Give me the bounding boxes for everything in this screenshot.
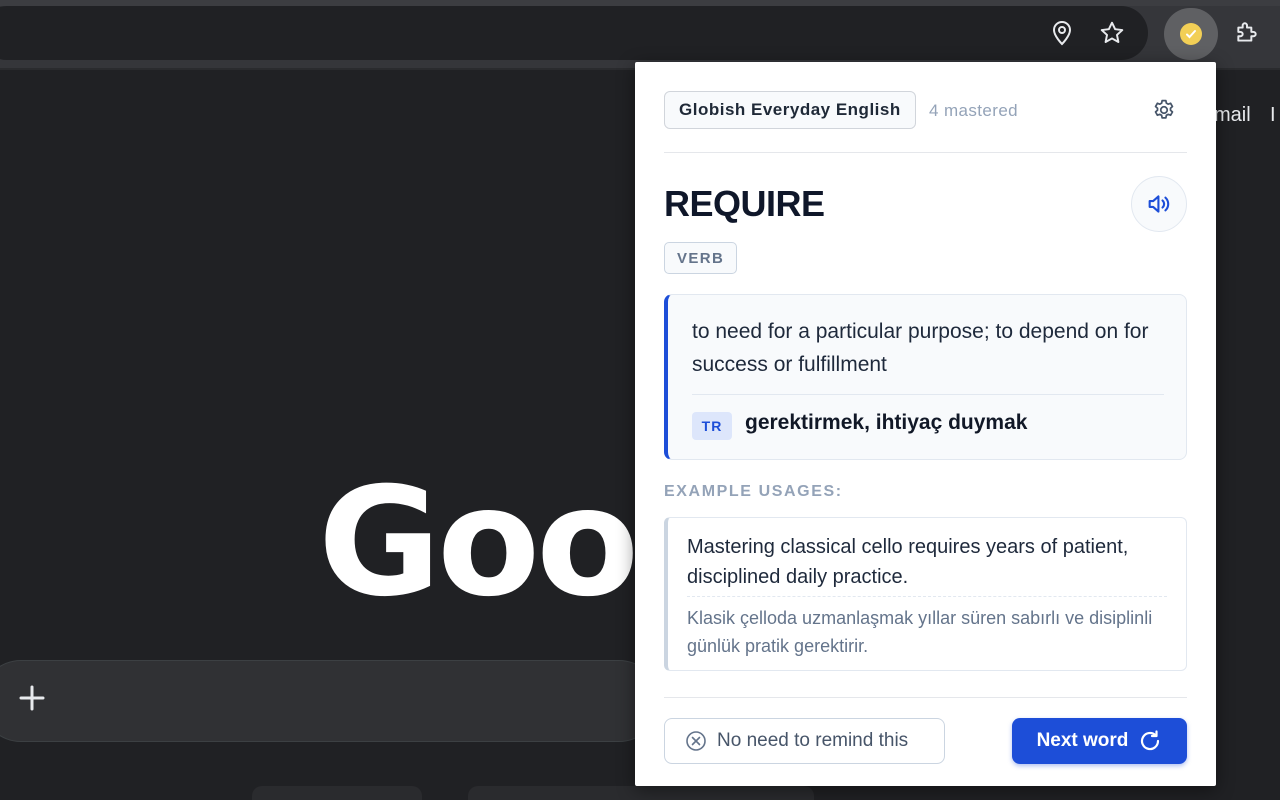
images-link-partial[interactable]: I xyxy=(1270,104,1276,127)
puzzle-icon[interactable] xyxy=(1232,18,1262,48)
header-divider xyxy=(664,152,1187,153)
example-english: Mastering classical cello requires years… xyxy=(687,536,1129,588)
google-logo: Google xyxy=(318,468,638,628)
plus-icon[interactable] xyxy=(18,684,46,717)
x-circle-icon xyxy=(686,731,706,751)
address-bar[interactable] xyxy=(0,6,1148,60)
definition-divider xyxy=(692,394,1164,395)
deck-selector[interactable]: Globish Everyday English xyxy=(664,91,916,129)
no-remind-label: No need to remind this xyxy=(717,730,909,751)
next-word-label: Next word xyxy=(1036,730,1129,751)
part-of-speech-tag: VERB xyxy=(664,242,738,274)
footer-divider xyxy=(664,697,1187,698)
check-badge-icon xyxy=(1180,23,1202,45)
definition-card: to need for a particular purpose; to dep… xyxy=(664,294,1187,460)
gmail-link[interactable]: mail xyxy=(1214,104,1251,127)
shortcut-tile[interactable] xyxy=(468,786,814,800)
location-pin-icon[interactable] xyxy=(1048,18,1076,48)
refresh-icon xyxy=(1141,730,1160,751)
gear-icon xyxy=(1154,99,1174,119)
translation-text: gerektirmek, ihtiyaç duymak xyxy=(745,411,1028,434)
vocabulary-popup: Globish Everyday English 4 mastered REQU… xyxy=(635,62,1216,786)
example-translation: Klasik çelloda uzmanlaşmak yıllar süren … xyxy=(687,608,1153,656)
browser-toolbar xyxy=(0,0,1280,70)
pronounce-button[interactable] xyxy=(1131,176,1187,232)
search-box[interactable] xyxy=(0,660,660,742)
language-badge: TR xyxy=(692,412,732,440)
example-divider xyxy=(687,596,1167,597)
star-icon[interactable] xyxy=(1097,18,1127,48)
vocabulary-word: REQUIRE xyxy=(664,183,825,224)
speaker-icon xyxy=(1148,195,1170,213)
mastered-count: 4 mastered xyxy=(929,101,1019,120)
shortcut-tile[interactable] xyxy=(252,786,422,800)
next-word-button[interactable]: Next word xyxy=(1012,718,1187,764)
examples-heading: EXAMPLE USAGES: xyxy=(664,483,843,500)
example-card: Mastering classical cello requires years… xyxy=(664,517,1187,671)
definition-text: to need for a particular purpose; to dep… xyxy=(692,320,1149,376)
no-remind-button[interactable]: No need to remind this xyxy=(664,718,945,764)
active-extension-button[interactable] xyxy=(1164,8,1218,60)
settings-button[interactable] xyxy=(1149,95,1179,125)
logo-text: Google xyxy=(318,468,638,628)
